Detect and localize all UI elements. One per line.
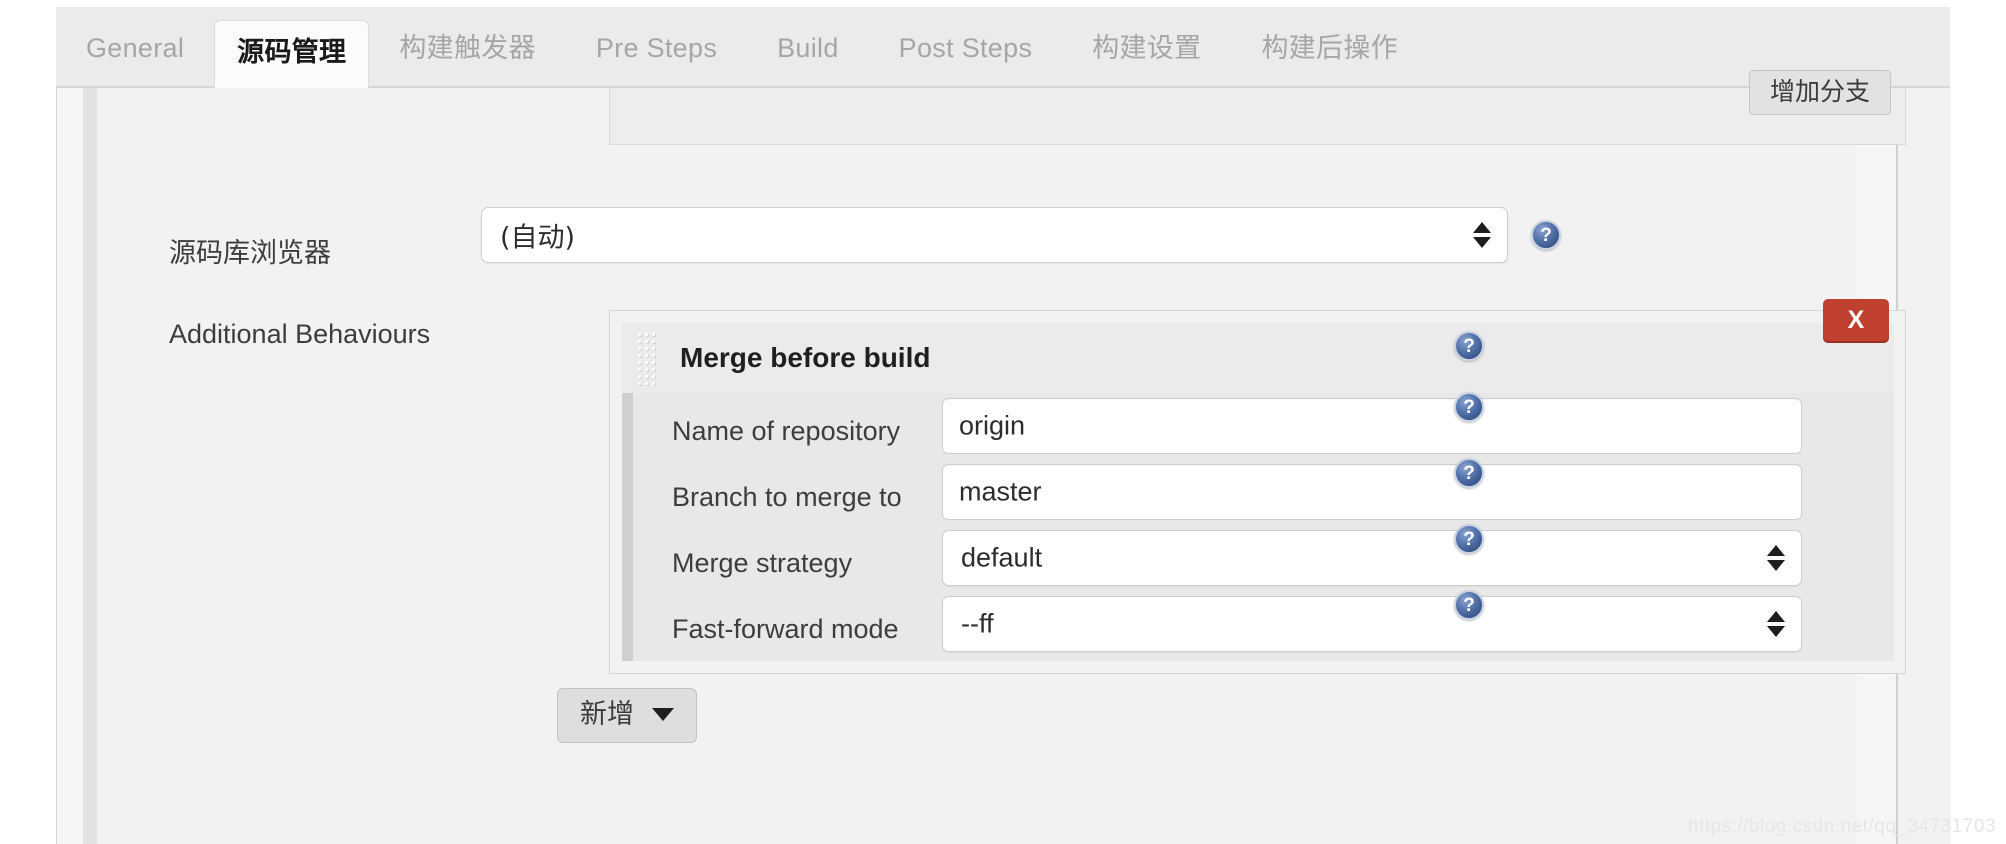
tab-build-triggers[interactable]: 构建触发器 xyxy=(369,35,566,86)
help-icon-fast-forward-mode[interactable]: ? xyxy=(1454,590,1484,620)
merge-before-build-body: Name of repository origin Branch to merg… xyxy=(622,393,1894,661)
help-icon-branch-to-merge-to[interactable]: ? xyxy=(1454,458,1484,488)
config-form-body: 增加分支 源码库浏览器 (自动) ? Additional Behaviours… xyxy=(56,70,1951,844)
left-gutter-outer xyxy=(57,88,83,844)
tab-post-steps[interactable]: Post Steps xyxy=(869,35,1063,86)
merge-strategy-value: default xyxy=(961,542,1043,573)
branch-to-merge-to-value: master xyxy=(959,476,1042,507)
tab-post-build-actions[interactable]: 构建后操作 xyxy=(1231,35,1428,86)
tab-general[interactable]: General xyxy=(56,35,214,86)
tab-build-settings[interactable]: 构建设置 xyxy=(1062,35,1231,86)
jenkins-job-config-page: General 源码管理 构建触发器 Pre Steps Build Post … xyxy=(0,0,2006,844)
branch-to-merge-to-label: Branch to merge to xyxy=(672,482,902,512)
config-tab-bar: General 源码管理 构建触发器 Pre Steps Build Post … xyxy=(56,7,1950,88)
help-icon-name-of-repository[interactable]: ? xyxy=(1454,392,1484,422)
help-icon-merge-strategy[interactable]: ? xyxy=(1454,524,1484,554)
add-branch-button[interactable]: 增加分支 xyxy=(1748,70,1891,115)
repository-browser-value: (自动) xyxy=(500,222,576,254)
branches-panel: 增加分支 xyxy=(609,70,1906,145)
name-of-repository-input[interactable]: origin xyxy=(942,398,1802,454)
add-behaviour-button[interactable]: 新增 xyxy=(557,688,697,743)
branch-to-merge-to-input[interactable]: master xyxy=(942,464,1802,520)
merge-before-build-header: Merge before build xyxy=(622,323,1894,393)
caret-down-icon xyxy=(652,708,674,721)
merge-before-build-title: Merge before build xyxy=(680,342,931,373)
watermark-text: https://blog.csdn.net/qq_34731703 xyxy=(1687,816,1996,837)
chevron-updown-icon xyxy=(1767,545,1785,571)
name-of-repository-value: origin xyxy=(959,410,1026,441)
additional-behaviours-label: Additional Behaviours xyxy=(169,319,431,349)
top-strip xyxy=(0,0,2006,7)
fast-forward-mode-label: Fast-forward mode xyxy=(672,614,899,644)
merge-strategy-label: Merge strategy xyxy=(672,548,853,578)
body-left-accent-bar xyxy=(622,393,633,661)
left-gutter-accent xyxy=(83,88,97,844)
fast-forward-mode-select[interactable]: --ff xyxy=(942,596,1802,652)
drag-handle-icon[interactable] xyxy=(636,331,658,387)
fast-forward-mode-value: --ff xyxy=(961,608,994,639)
config-tabs: General 源码管理 构建触发器 Pre Steps Build Post … xyxy=(56,7,1428,88)
repository-browser-select[interactable]: (自动) xyxy=(481,207,1508,263)
help-icon-repository-browser[interactable]: ? xyxy=(1531,220,1561,250)
tab-pre-steps[interactable]: Pre Steps xyxy=(566,35,747,86)
chevron-updown-icon xyxy=(1473,222,1491,248)
additional-behaviours-panel: Merge before build X Name of repository … xyxy=(609,299,1906,674)
repository-browser-label: 源码库浏览器 xyxy=(169,238,331,269)
chevron-updown-icon xyxy=(1767,611,1785,637)
help-icon-merge-before-build[interactable]: ? xyxy=(1454,331,1484,361)
add-behaviour-label: 新增 xyxy=(580,699,634,730)
remove-behaviour-button[interactable]: X xyxy=(1823,299,1889,341)
form-content-area: 增加分支 源码库浏览器 (自动) ? Additional Behaviours… xyxy=(109,70,1951,844)
merge-strategy-select[interactable]: default xyxy=(942,530,1802,586)
tab-source-code-management[interactable]: 源码管理 xyxy=(214,20,370,88)
tab-build[interactable]: Build xyxy=(747,35,869,86)
left-gutter-inner xyxy=(97,88,109,844)
name-of-repository-label: Name of repository xyxy=(672,416,901,446)
